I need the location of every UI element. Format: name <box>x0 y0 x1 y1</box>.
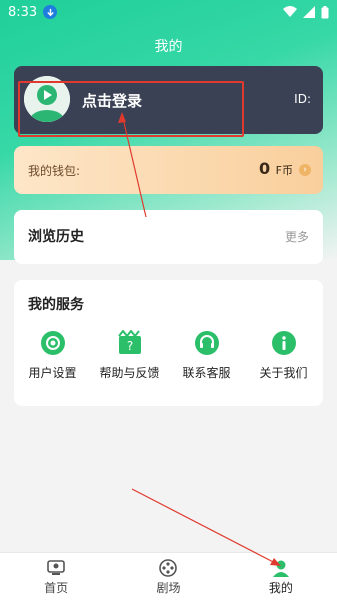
service-label: 联系客服 <box>182 366 231 380</box>
services-title: 我的服务 <box>28 297 84 313</box>
svg-text:?: ? <box>126 339 132 353</box>
annotation-highlight-box <box>18 81 244 137</box>
services-card: 我的服务 用户设置 ? 帮助与反馈 联系客服 关于我们 <box>14 280 323 406</box>
service-contact-support[interactable]: 联系客服 <box>168 330 245 381</box>
history-title: 浏览历史 <box>28 229 84 245</box>
tab-mine[interactable]: 我的 <box>225 553 337 600</box>
info-icon <box>271 330 297 356</box>
help-icon: ? <box>117 330 143 356</box>
tab-label: 剧场 <box>156 581 181 595</box>
browse-history-card[interactable]: 浏览历史 更多 <box>14 210 323 264</box>
history-more-link[interactable]: 更多 <box>285 228 309 245</box>
chevron-right-icon: › <box>299 164 311 176</box>
wallet-label: 我的钱包: <box>28 164 81 178</box>
signal-icon <box>303 6 315 18</box>
battery-icon <box>321 5 329 18</box>
page-title: 我的 <box>154 39 183 55</box>
status-indicators <box>283 5 329 19</box>
service-help-feedback[interactable]: ? 帮助与反馈 <box>91 330 168 381</box>
wallet-balance: 0 <box>258 159 271 178</box>
wallet-amount: 0 F币 <box>259 159 293 178</box>
profile-icon <box>271 559 291 577</box>
status-bar: 8:33 <box>0 0 337 24</box>
wifi-icon <box>283 6 297 17</box>
status-time: 8:33 <box>8 4 38 20</box>
service-label: 关于我们 <box>259 366 308 380</box>
tab-label: 我的 <box>268 581 293 595</box>
bottom-tabbar: 首页 剧场 我的 <box>0 552 337 600</box>
service-user-settings[interactable]: 用户设置 <box>14 330 91 381</box>
headset-icon <box>194 330 220 356</box>
tab-label: 首页 <box>44 581 69 595</box>
download-icon <box>43 5 58 19</box>
service-about-us[interactable]: 关于我们 <box>245 330 322 381</box>
wallet-unit: F币 <box>275 164 293 177</box>
wallet-card[interactable]: 我的钱包: 0 F币 › <box>14 146 323 194</box>
tab-theater[interactable]: 剧场 <box>112 553 224 600</box>
film-reel-icon <box>158 559 178 577</box>
service-label: 帮助与反馈 <box>99 366 160 380</box>
tab-home[interactable]: 首页 <box>0 553 112 600</box>
settings-icon <box>40 330 66 356</box>
home-icon <box>46 559 66 577</box>
user-id-label: ID: <box>294 92 311 106</box>
service-label: 用户设置 <box>28 366 77 380</box>
